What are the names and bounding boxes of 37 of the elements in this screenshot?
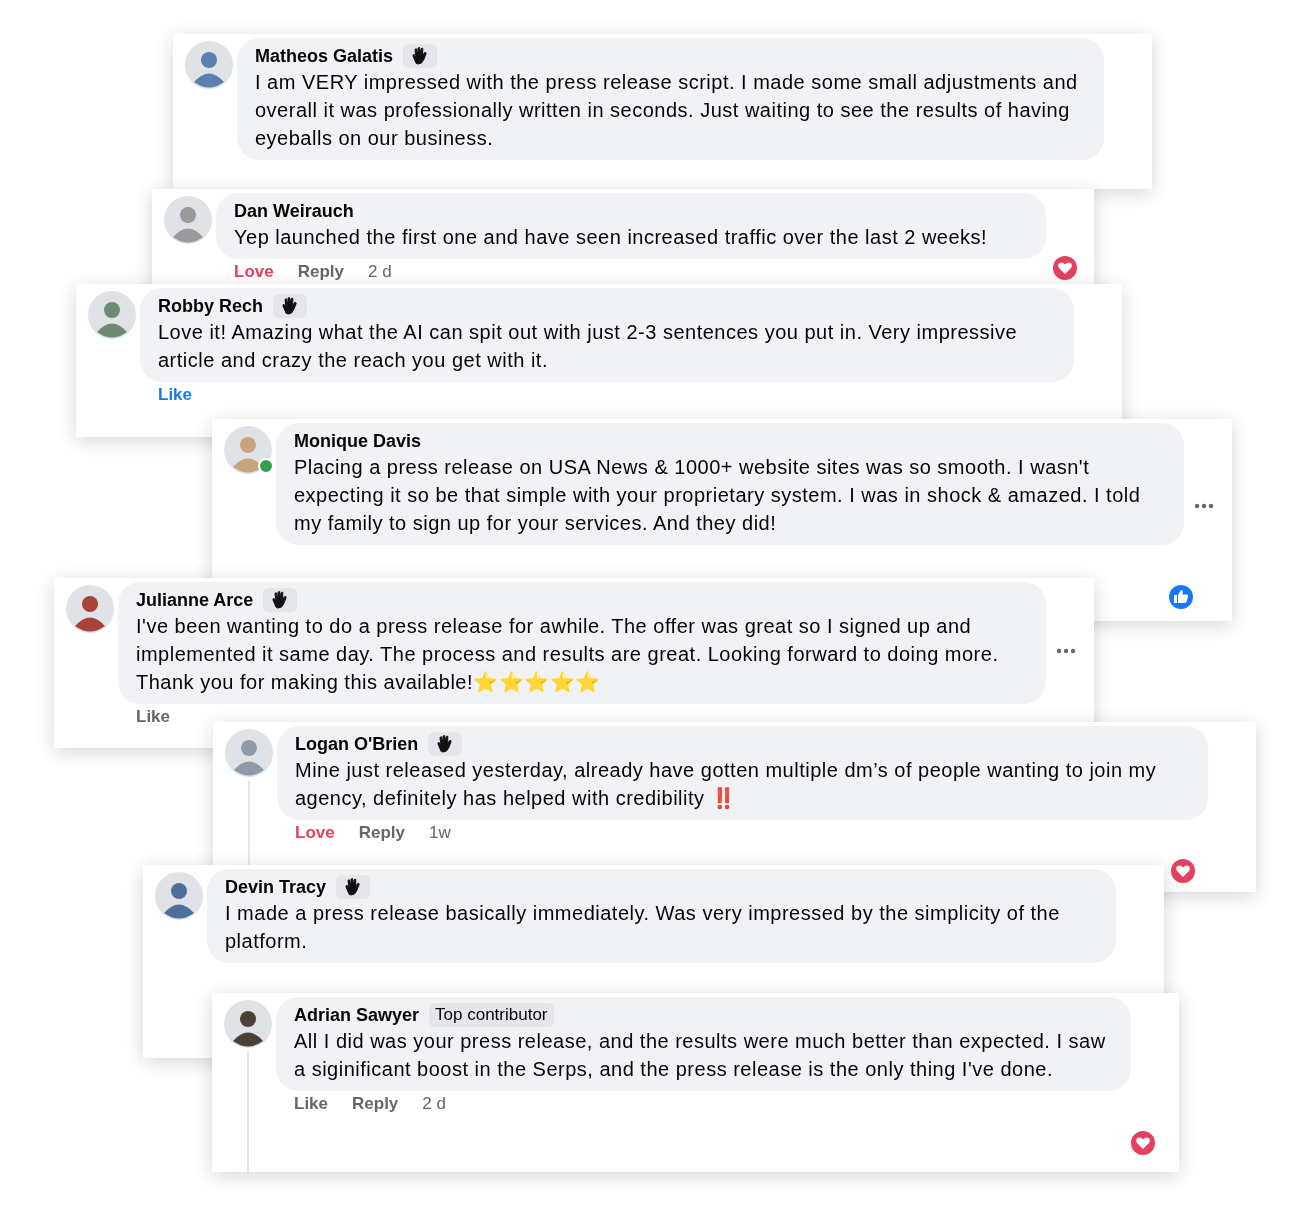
comment-text: Love it! Amazing what the AI can spit out with just 2-3 sentences you put in. Very impressive article and crazy the reach you get with it. [158, 320, 1019, 373]
commenter-name[interactable]: Matheos Galatis [255, 44, 394, 68]
commenter-name[interactable]: Monique Davis [294, 429, 422, 453]
commenter-name[interactable]: Adrian Sawyer [294, 1003, 420, 1027]
avatar[interactable] [224, 1000, 272, 1048]
comment-text: All I did was your press release, and the results were much better than expected. I saw a siginificant boost in the Serps, and the press release is the only thing I've done. [294, 1029, 1107, 1082]
comment-time[interactable]: 2 d [368, 261, 392, 283]
heart-reaction-icon[interactable] [1168, 856, 1198, 886]
more-options-icon[interactable] [1056, 648, 1076, 654]
reply-link[interactable]: Reply [352, 1093, 399, 1115]
comment-text: I've been wanting to do a press release for awhile. The offer was great so I signed up and implemented it same day. The process and results are great. Looking forward to doing more. Thank you for making this available!⭐⭐⭐⭐⭐ [136, 614, 1000, 695]
heart-reaction-icon[interactable] [1050, 253, 1080, 283]
reply-link[interactable]: Reply [297, 261, 344, 283]
more-options-icon[interactable] [1194, 503, 1214, 509]
commenter-name[interactable]: Julianne Arce [136, 588, 254, 612]
commenter-name[interactable]: Logan O'Brien [295, 732, 419, 756]
avatar[interactable] [66, 585, 114, 633]
thumbs-up-reaction-icon[interactable] [1166, 582, 1196, 612]
contributor-badge: Top contributor [429, 1003, 554, 1027]
comment-text: I made a press release basically immediately. Was very impressed by the simplicity of the platform. [225, 901, 1061, 954]
comment-text: Yep launched the first one and have seen increased traffic over the last 2 weeks! [234, 225, 989, 250]
reaction-link[interactable]: Like [136, 706, 171, 728]
comment-text: Placing a press release on USA News & 1000+ website sites was so smooth. I wasn't expecting it so be that simple with your proprietary system. I was in shock & amazed. I told my family to sign up for your services. And they did! [294, 455, 1142, 536]
comment-time[interactable]: 1w [429, 822, 451, 844]
reply-link[interactable]: Reply [358, 822, 405, 844]
commenter-name[interactable]: Dan Weirauch [234, 199, 354, 223]
reaction-link[interactable]: Like [294, 1093, 329, 1115]
heart-reaction-icon[interactable] [1128, 1128, 1158, 1158]
comment-text: I am VERY impressed with the press release script. I made some small adjustments and overall it was professionally written in seconds. Just waiting to see the results of having eyeballs on our business. [255, 70, 1079, 151]
comment-time[interactable]: 2 d [422, 1093, 446, 1115]
commenter-name[interactable]: Robby Rech [158, 294, 263, 318]
reaction-link[interactable]: Love [295, 822, 335, 844]
reaction-link[interactable]: Love [234, 261, 274, 283]
commenter-name[interactable]: Devin Tracy [225, 875, 327, 899]
avatar[interactable] [155, 872, 203, 920]
reaction-link[interactable]: Like [158, 384, 193, 406]
comment-text: Mine just released yesterday, already have gotten multiple dm’s of people wanting to join my agency, definitely has helped with credibility ‼ [295, 758, 1158, 811]
